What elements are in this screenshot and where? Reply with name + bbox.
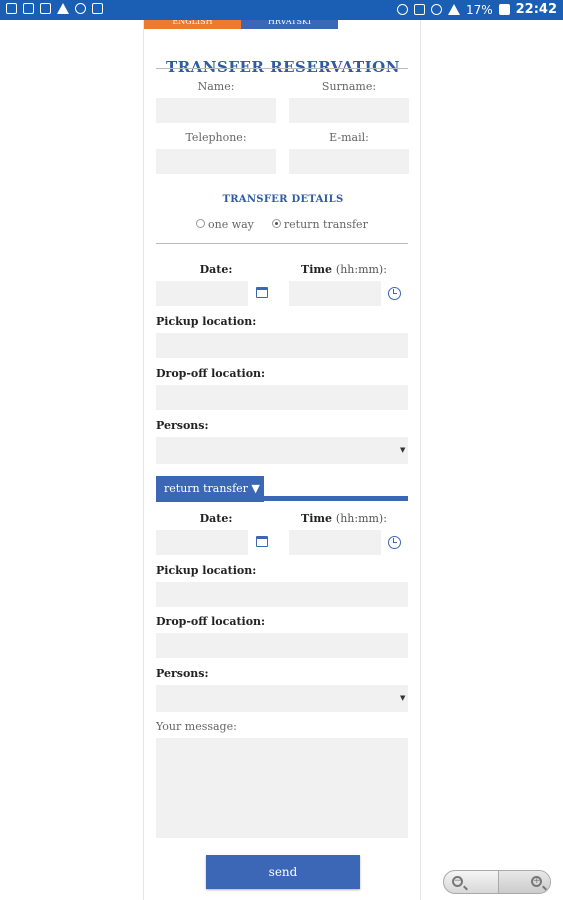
zoom-out-icon: −: [452, 876, 463, 887]
send-button[interactable]: send: [206, 855, 360, 889]
transfer-type-radios: one way return transfer: [196, 218, 368, 231]
return-transfer-option[interactable]: return transfer: [271, 218, 368, 231]
return-dropoff-input[interactable]: [156, 633, 408, 658]
system-icons: 17% 22:42: [396, 2, 557, 17]
transfer-details-heading: TRANSFER DETAILS: [222, 194, 344, 205]
wifi-icon: [430, 4, 442, 15]
return-persons-select[interactable]: [156, 685, 408, 712]
one-way-label: one way: [208, 218, 254, 231]
telephone-input[interactable]: [156, 149, 276, 174]
reservation-form: ENGLISH HRVATSKI TRANSFER RESERVATION Na…: [143, 20, 421, 900]
return-transfer-radio[interactable]: [271, 219, 281, 228]
time-label: Time (hh:mm):: [301, 263, 387, 276]
time-input[interactable]: [289, 281, 381, 306]
return-time-input[interactable]: [289, 530, 381, 555]
status-bar: 17% 22:42: [0, 0, 563, 20]
download-icon: [23, 3, 34, 14]
name-label: Name:: [197, 80, 235, 93]
persons-select[interactable]: [156, 437, 408, 464]
telephone-label: Telephone:: [185, 131, 247, 144]
date-input[interactable]: [156, 281, 248, 306]
return-date-input[interactable]: [156, 530, 248, 555]
one-way-option[interactable]: one way: [196, 218, 254, 231]
notification-icons: [6, 3, 103, 14]
dropoff-label: Drop-off location:: [156, 367, 266, 380]
divider: [156, 68, 408, 69]
return-date-label: Date:: [199, 512, 233, 525]
email-input[interactable]: [289, 149, 409, 174]
calendar-icon[interactable]: [256, 536, 268, 547]
return-dropoff-label: Drop-off location:: [156, 615, 266, 628]
signal-icon: [447, 4, 460, 15]
message-textarea[interactable]: [156, 738, 408, 838]
return-pickup-label: Pickup location:: [156, 564, 257, 577]
name-input[interactable]: [156, 98, 276, 123]
messenger-icon: [40, 3, 51, 14]
message-label: Your message:: [156, 720, 237, 733]
chevron-down-icon: ▼: [400, 694, 406, 702]
return-transfer-tab[interactable]: return transfer ▼: [156, 476, 264, 502]
zoom-in-button[interactable]: +: [498, 871, 550, 893]
b-badge-icon: [75, 3, 86, 14]
date-label: Date:: [199, 263, 233, 276]
return-persons-label: Persons:: [156, 667, 209, 680]
persons-label: Persons:: [156, 419, 209, 432]
vibrate-icon: [413, 4, 425, 15]
tab-hrvatski[interactable]: HRVATSKI: [241, 20, 338, 29]
page-title: TRANSFER RESERVATION: [166, 58, 400, 76]
clock-time: 22:42: [515, 2, 557, 17]
pickup-label: Pickup location:: [156, 315, 257, 328]
zoom-out-button[interactable]: −: [444, 871, 498, 893]
email-label: E-mail:: [329, 131, 369, 144]
clock-icon[interactable]: [388, 287, 401, 300]
surname-input[interactable]: [289, 98, 409, 123]
image-notification-icon: [6, 3, 17, 14]
dropoff-input[interactable]: [156, 385, 408, 410]
pickup-input[interactable]: [156, 333, 408, 358]
battery-percent: 17%: [465, 2, 493, 17]
tab-english[interactable]: ENGLISH: [144, 20, 241, 29]
clock-icon[interactable]: [388, 536, 401, 549]
divider: [156, 243, 408, 244]
zoom-in-icon: +: [531, 876, 542, 887]
one-way-radio[interactable]: [196, 219, 205, 228]
zoom-control: − +: [443, 870, 551, 894]
return-pickup-input[interactable]: [156, 582, 408, 607]
battery-icon: [498, 4, 510, 15]
warning-icon: [57, 3, 69, 14]
surname-label: Surname:: [321, 80, 377, 93]
chevron-down-icon: ▼: [400, 446, 406, 454]
language-tabs: ENGLISH HRVATSKI: [144, 20, 338, 29]
calendar-icon[interactable]: [256, 287, 268, 298]
play-store-icon: [92, 3, 103, 14]
return-transfer-label: return transfer: [283, 218, 368, 231]
bluetooth-icon: [396, 4, 408, 15]
return-time-label: Time (hh:mm):: [301, 512, 387, 525]
